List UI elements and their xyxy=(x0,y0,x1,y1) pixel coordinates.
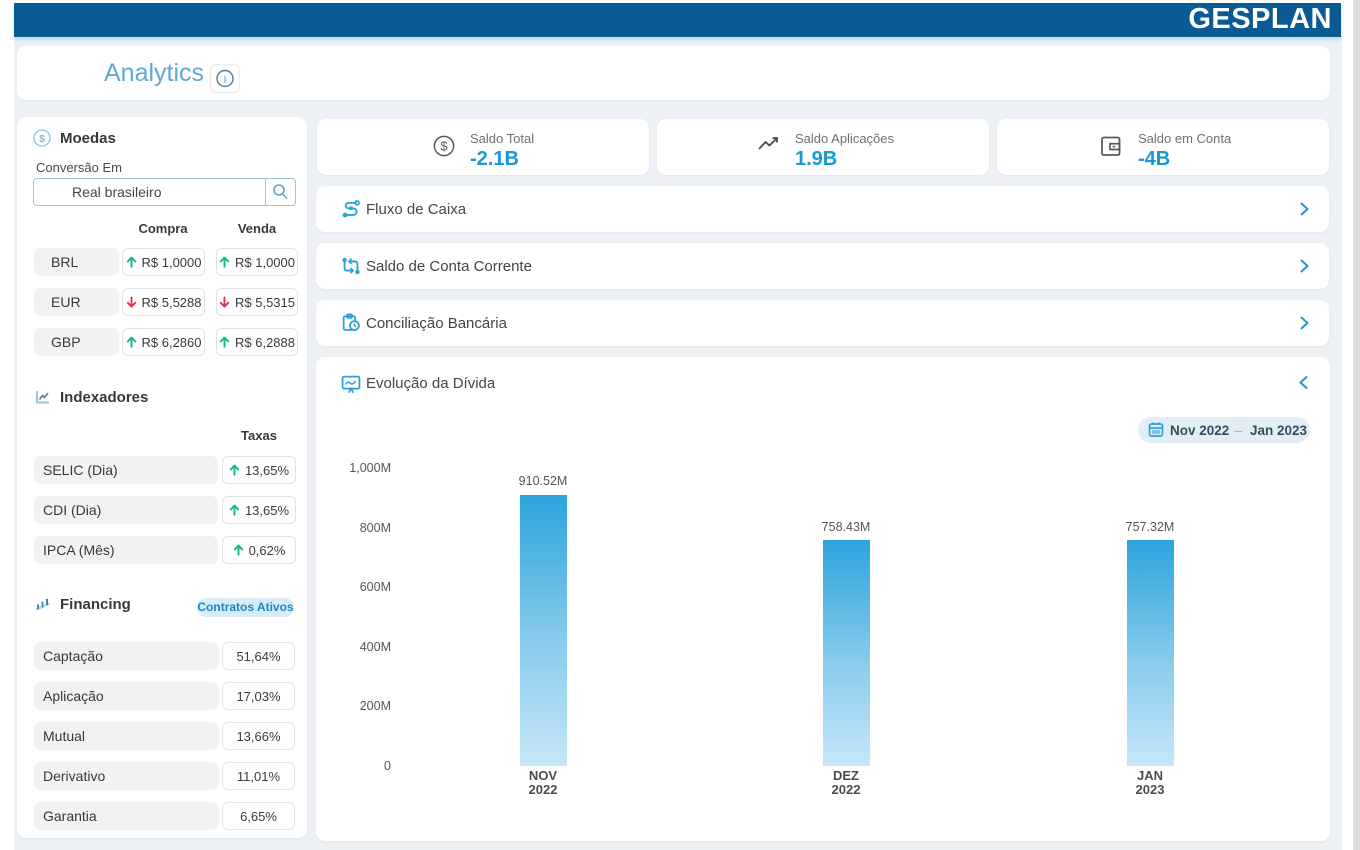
svg-text:$: $ xyxy=(39,133,45,145)
svg-text:$: $ xyxy=(440,139,448,154)
svg-text:i: i xyxy=(223,74,226,86)
